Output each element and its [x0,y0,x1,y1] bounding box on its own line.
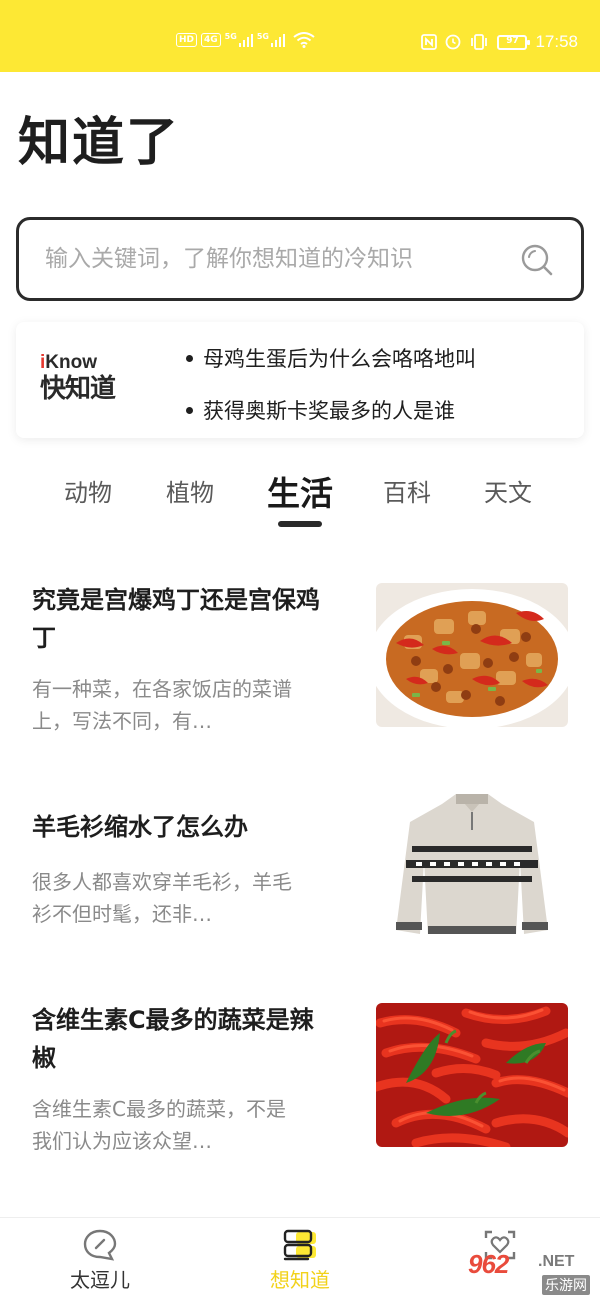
kung-pao-chicken-image [376,583,568,727]
bullet-dot-icon [186,354,193,362]
tab-life[interactable]: 生活 [267,467,333,515]
wool-sweater-image [376,790,568,934]
active-tab-indicator [278,521,322,527]
nav-label-xiangzhidao: 想知道 [270,1268,330,1292]
signal-strength-icon [238,33,253,47]
banner-question-list: 母鸡生蛋后为什么会咯咯地叫 获得奥斯卡奖最多的人是谁 [186,336,476,432]
article-description: 含维生素C最多的蔬菜，不是我们认为应该众望… [32,1097,286,1153]
nav-item-taidouer[interactable]: 太逗儿 [40,1228,160,1293]
tab-astronomy[interactable]: 天文 [484,473,532,508]
article-description: 很多人都喜欢穿羊毛衫，羊毛衫不但时髦，还非… [32,870,292,926]
banner-question-text: 获得奥斯卡奖最多的人是谁 [203,399,455,423]
nfc-icon [421,34,438,50]
watermark-brand: 962 [468,1249,509,1279]
watermark-suffix: .NET [538,1253,575,1270]
chat-bubble-icon [83,1229,117,1261]
signal-label-2: 5G [256,32,269,41]
iknow-logo: iKnow 快知道 [40,352,150,404]
vibrate-icon [471,34,488,50]
logo-cn: 快知道 [40,374,116,404]
banner-question-item[interactable]: 母鸡生蛋后为什么会咯咯地叫 [186,336,476,380]
status-right-group: 97 17:58 [421,32,578,52]
hot-questions-banner[interactable]: iKnow 快知道 母鸡生蛋后为什么会咯咯地叫 获得奥斯卡奖最多的人是谁 [16,322,584,438]
article-description: 有一种菜，在各家饭店的菜谱上，写法不同，有… [32,677,292,733]
signal-label-1: 5G [224,32,237,41]
article-card[interactable]: 究竟是宫爆鸡丁还是宫保鸡丁 有一种菜，在各家饭店的菜谱上，写法不同，有… [0,575,600,745]
red-chili-peppers-image [376,1003,568,1147]
search-box[interactable] [16,217,584,301]
battery-level: 97 [506,35,519,46]
hd-indicator: HD [176,33,198,47]
article-title: 羊毛衫缩水了怎么办 [32,813,248,841]
logo-en-rest: Know [45,352,97,373]
battery-icon: 97 [497,34,531,50]
bullet-dot-icon [186,406,193,414]
tab-encyclopedia[interactable]: 百科 [383,473,431,508]
tab-plants[interactable]: 植物 [166,473,214,508]
status-time: 17:58 [535,32,578,51]
status-bar: HD 4G 5G 5G 97 17:58 [0,0,600,72]
article-title: 究竟是宫爆鸡丁还是宫保鸡丁 [32,586,320,652]
article-card[interactable]: 羊毛衫缩水了怎么办 很多人都喜欢穿羊毛衫，羊毛衫不但时髦，还非… [0,790,600,960]
network-type-indicator: 4G [201,33,221,47]
wifi-icon [293,32,315,48]
banner-question-item[interactable]: 获得奥斯卡奖最多的人是谁 [186,388,476,432]
tab-animals[interactable]: 动物 [64,473,112,508]
status-left-group: HD 4G 5G 5G [176,32,315,48]
nav-item-xiangzhidao[interactable]: 想知道 [240,1228,360,1293]
watermark-logo: 962 .NET 乐游网 [462,1247,596,1299]
page-title: 知道了 [18,113,181,173]
books-icon [283,1229,316,1261]
article-title: 含维生素C最多的蔬菜是辣椒 [32,1006,314,1072]
alarm-icon [446,34,461,50]
search-icon[interactable] [519,242,555,278]
category-tabs: 动物 植物 生活 百科 天文 [0,465,600,531]
nav-label-taidouer: 太逗儿 [70,1268,130,1292]
article-card[interactable]: 含维生素C最多的蔬菜是辣椒 含维生素C最多的蔬菜，不是我们认为应该众望… [0,997,600,1167]
signal-strength-2-icon [270,33,285,47]
banner-question-text: 母鸡生蛋后为什么会咯咯地叫 [203,347,476,371]
search-input[interactable] [45,240,515,278]
watermark-subtitle: 乐游网 [542,1275,590,1295]
logo-en: iKnow [40,352,150,374]
